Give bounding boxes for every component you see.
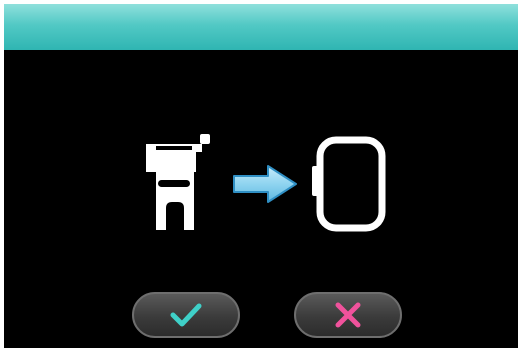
cancel-button[interactable] [294,292,402,338]
dialog-screen [4,4,518,348]
header-bar [4,4,518,50]
presser-foot-icon [140,132,218,232]
arrow-right-icon [232,164,298,204]
embroidery-hoop-icon [310,136,388,232]
confirm-button[interactable] [132,292,240,338]
